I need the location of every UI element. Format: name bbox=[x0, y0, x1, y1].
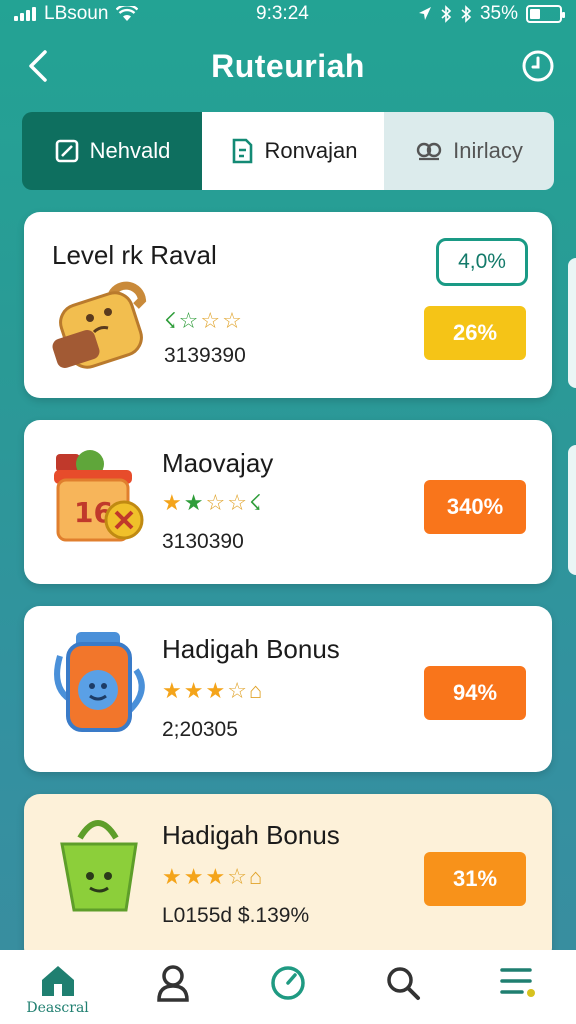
star-icon: ☆ bbox=[227, 678, 247, 703]
star-icon: ☆ bbox=[200, 308, 221, 333]
tab-ronvajan[interactable]: Ronvajan bbox=[202, 112, 384, 190]
star-icon: ☆ bbox=[178, 308, 199, 333]
tab-label: Ronvajan bbox=[264, 138, 358, 163]
card-title: Level rk Raval bbox=[52, 240, 217, 270]
edge-handle bbox=[568, 258, 576, 388]
bottom-navigation: Deascral bbox=[0, 950, 576, 1024]
bucket-mascot-icon bbox=[60, 820, 138, 912]
star-icon: ☆ bbox=[222, 308, 242, 333]
chevron-left-icon bbox=[29, 50, 47, 82]
card-title: Hadigah Bonus bbox=[162, 820, 340, 850]
tab-nehvald[interactable]: Nehvald bbox=[22, 112, 202, 190]
nav-menu[interactable] bbox=[468, 964, 568, 1000]
star-icon: ★ bbox=[183, 864, 204, 889]
back-button[interactable] bbox=[20, 48, 56, 84]
status-left: LBsoun bbox=[14, 3, 139, 25]
rating-stars: ★ ★ ★ ☆ ⌂ bbox=[162, 864, 262, 890]
percent-text: 26% bbox=[452, 320, 498, 345]
nav-home[interactable]: Deascral bbox=[8, 964, 108, 1016]
reward-card[interactable]: Hadigah Bonus ★ ★ ★ ☆ ⌂ L0155d $.139% 31… bbox=[24, 794, 552, 964]
card-value: L0155d $.139% bbox=[162, 904, 310, 927]
percent-badge: 26% bbox=[424, 306, 526, 360]
star-icon: ★ bbox=[162, 678, 182, 703]
card-title: Hadigah Bonus bbox=[162, 634, 340, 664]
reward-card[interactable]: Hadigah Bonus ★ ★ ★ ☆ ⌂ 2;20305 94% bbox=[24, 606, 552, 772]
tab-inirlacy[interactable]: Inirlacy bbox=[384, 112, 554, 190]
search-icon bbox=[387, 967, 421, 1000]
star-icon: ★ bbox=[162, 490, 182, 515]
thumb-icon: ⌂ bbox=[248, 864, 263, 889]
app-header: Ruteuriah bbox=[0, 38, 576, 94]
water-bottle-icon bbox=[54, 632, 145, 732]
user-icon bbox=[157, 965, 189, 1002]
clock-icon bbox=[522, 50, 554, 82]
wifi-icon bbox=[116, 6, 139, 21]
nav-search[interactable] bbox=[353, 964, 453, 1002]
signal-icon bbox=[14, 7, 36, 21]
page-title: Ruteuriah bbox=[211, 47, 365, 84]
percent-badge: 94% bbox=[424, 666, 526, 720]
history-button[interactable] bbox=[520, 48, 556, 84]
percent-text: 94% bbox=[452, 680, 498, 705]
nav-profile[interactable] bbox=[123, 964, 223, 1002]
rating-stars: ☇ ☆ ☆ ☆ bbox=[164, 308, 242, 334]
star-icon: ★ bbox=[162, 864, 182, 889]
nav-dashboard[interactable] bbox=[238, 964, 338, 1002]
percent-text: 340% bbox=[446, 494, 504, 519]
edit-icon bbox=[55, 139, 78, 163]
star-icon: ★ bbox=[205, 678, 226, 703]
tab-label: Inirlacy bbox=[453, 138, 523, 163]
reward-card[interactable]: 16 Maovajay ★ ★ ☆ ☆ ☇ 3130390 340% bbox=[24, 420, 552, 584]
location-icon bbox=[418, 7, 431, 20]
thumb-icon: ☇ bbox=[248, 490, 262, 515]
star-icon: ☆ bbox=[205, 490, 226, 515]
tab-label: Nehvald bbox=[89, 138, 171, 163]
status-bar: LBsoun 9:3:24 35% bbox=[0, 0, 576, 28]
battery-percent: 35% bbox=[479, 3, 518, 24]
document-icon bbox=[232, 138, 252, 164]
star-icon: ★ bbox=[205, 864, 226, 889]
star-icon: ☆ bbox=[227, 864, 247, 889]
status-time: 9:3:24 bbox=[256, 3, 309, 24]
gift-box-icon: 16 bbox=[54, 450, 144, 542]
percent-badge: 31% bbox=[424, 852, 526, 906]
home-icon bbox=[41, 966, 74, 996]
card-value: 3139390 bbox=[164, 344, 246, 367]
gauge-icon bbox=[271, 966, 305, 1000]
bluetooth-alt-icon bbox=[461, 5, 472, 23]
edge-handle bbox=[568, 445, 576, 575]
nav-label: Deascral bbox=[26, 1000, 89, 1016]
thumb-icon: ⌂ bbox=[248, 678, 263, 703]
star-icon: ★ bbox=[183, 678, 204, 703]
star-icon: ☆ bbox=[227, 490, 247, 515]
bluetooth-icon bbox=[441, 5, 452, 23]
menu-icon bbox=[500, 968, 536, 997]
star-icon: ☇ bbox=[164, 308, 177, 333]
tab-bar: Nehvald Ronvajan Inirlacy bbox=[22, 112, 554, 190]
card-value: 2;20305 bbox=[162, 718, 238, 741]
link-icon bbox=[416, 142, 442, 161]
card-value: 3130390 bbox=[162, 530, 244, 553]
card-title: Maovajay bbox=[162, 448, 274, 478]
rate-badge: 4,0% bbox=[436, 238, 528, 286]
lock-mascot-icon bbox=[52, 281, 147, 369]
percent-badge: 340% bbox=[424, 480, 526, 534]
status-right: 35% bbox=[418, 3, 565, 25]
battery-icon bbox=[526, 5, 565, 23]
percent-text: 31% bbox=[452, 866, 498, 891]
reward-card[interactable]: Level rk Raval 4,0% ☇ ☆ ☆ ☆ 3139390 26% bbox=[24, 212, 552, 398]
star-icon: ★ bbox=[183, 490, 204, 515]
rating-stars: ★ ★ ☆ ☆ ☇ bbox=[162, 490, 262, 516]
rating-stars: ★ ★ ★ ☆ ⌂ bbox=[162, 678, 262, 704]
carrier-name: LBsoun bbox=[44, 3, 109, 24]
